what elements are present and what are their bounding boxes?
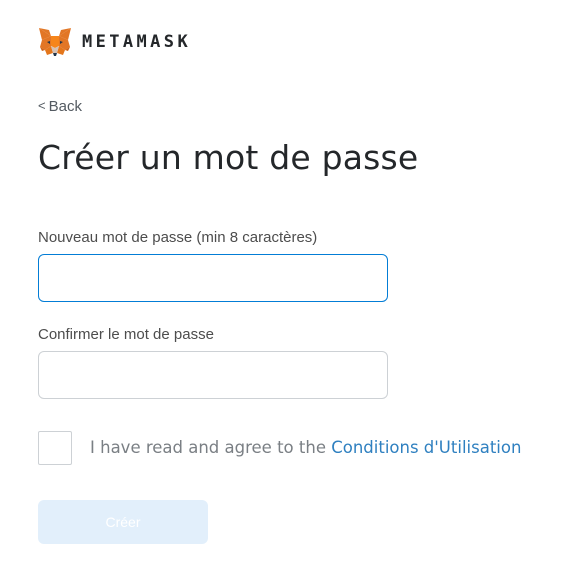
- app-header: METAMASK: [38, 25, 191, 59]
- terms-text: I have read and agree to the Conditions …: [90, 438, 521, 457]
- new-password-input[interactable]: [38, 254, 388, 302]
- back-link[interactable]: < Back: [38, 98, 82, 115]
- confirm-password-label: Confirmer le mot de passe: [38, 326, 214, 343]
- terms-checkbox[interactable]: [38, 431, 72, 465]
- page-title: Créer un mot de passe: [38, 138, 419, 177]
- terms-link[interactable]: Conditions d'Utilisation: [331, 438, 521, 457]
- new-password-label: Nouveau mot de passe (min 8 caractères): [38, 229, 318, 246]
- brand-wordmark: METAMASK: [82, 32, 192, 52]
- create-button[interactable]: Créer: [38, 500, 208, 544]
- terms-label: I have read and agree to the: [90, 438, 332, 457]
- confirm-password-input[interactable]: [38, 351, 388, 399]
- chevron-left-icon: <: [38, 98, 46, 113]
- metamask-fox-icon: [39, 28, 71, 56]
- back-label: Back: [48, 98, 82, 115]
